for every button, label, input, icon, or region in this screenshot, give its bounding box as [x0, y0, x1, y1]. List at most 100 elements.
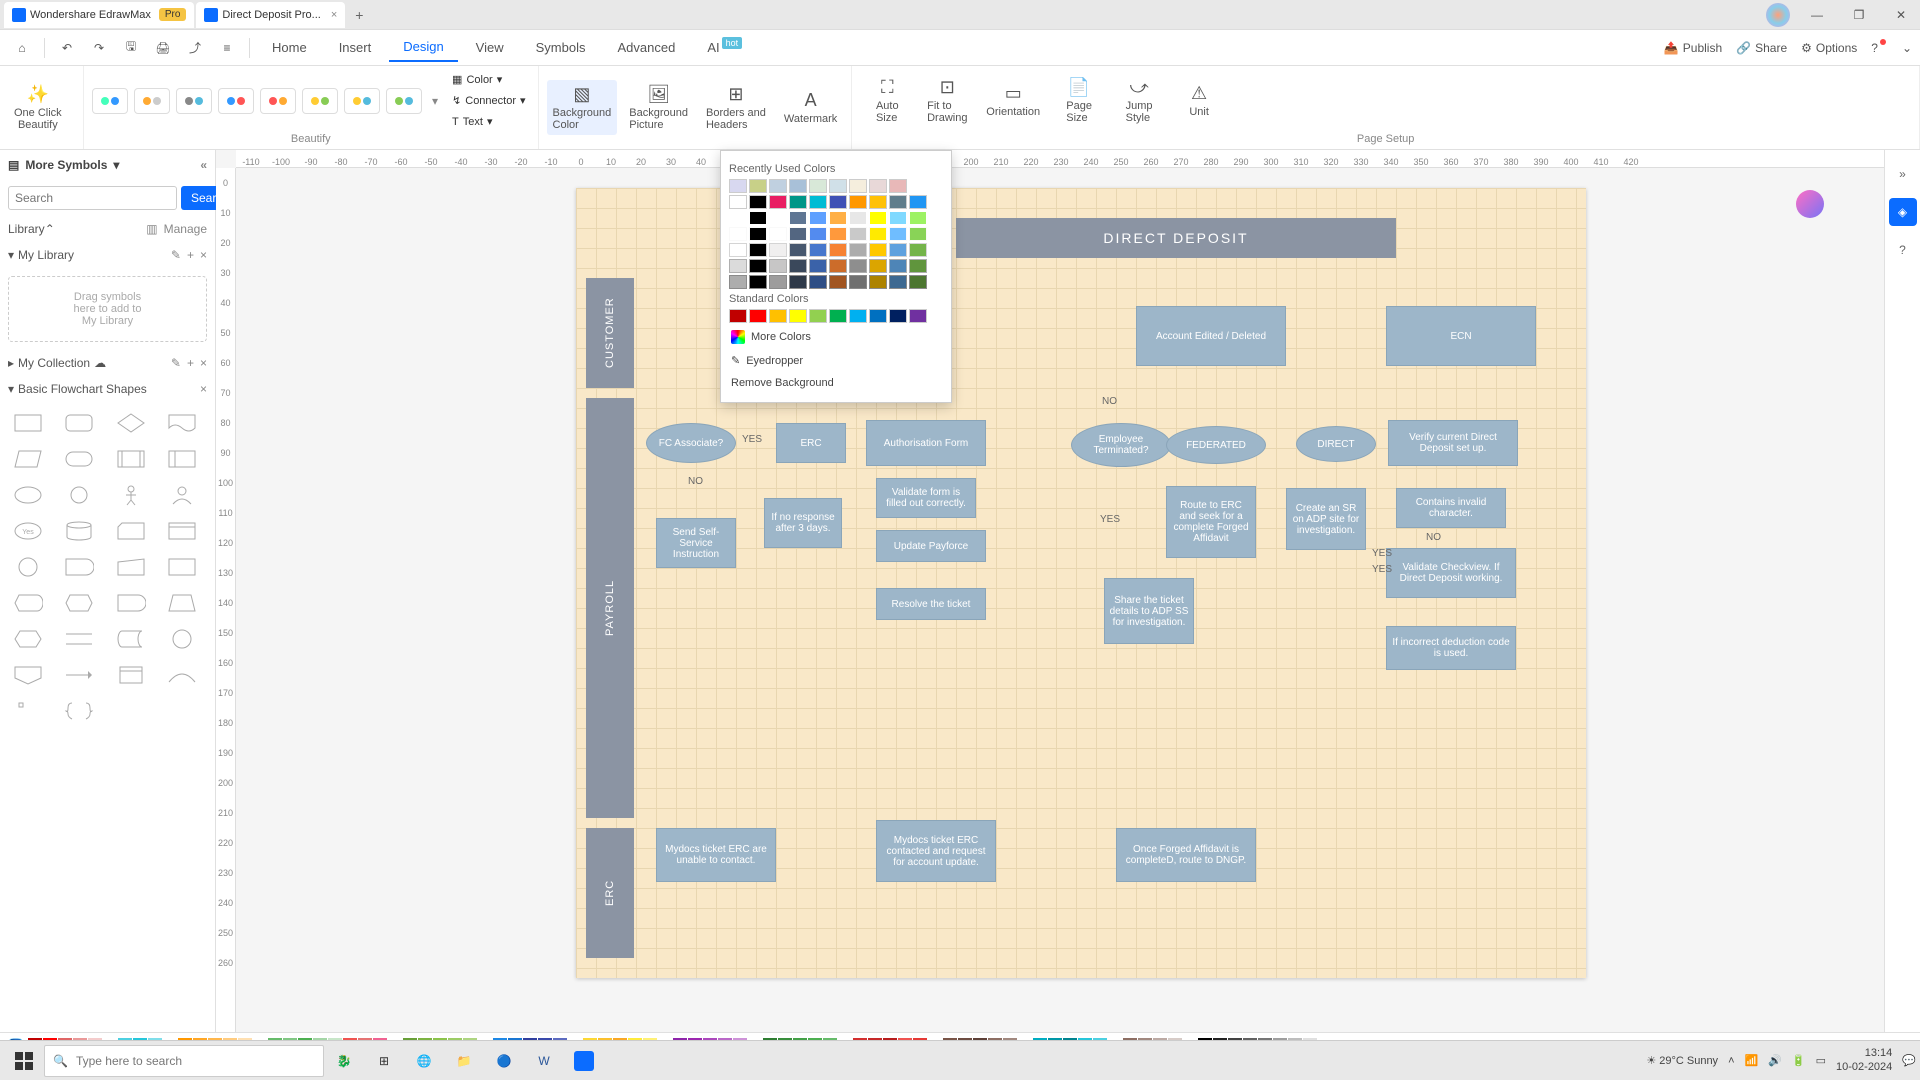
- shape-actor[interactable]: [111, 480, 151, 510]
- taskbar-clock[interactable]: 13:14 10-02-2024: [1836, 1047, 1892, 1073]
- my-library-section[interactable]: ▾ My Library ✎ + ×: [0, 242, 215, 268]
- swatch[interactable]: [869, 275, 887, 289]
- shape-halfround[interactable]: [59, 552, 99, 582]
- tray-chevron[interactable]: ˄: [1728, 1055, 1734, 1067]
- swatch[interactable]: [789, 195, 807, 209]
- swatch[interactable]: [729, 227, 747, 241]
- box-resolve[interactable]: Resolve the ticket: [876, 588, 986, 620]
- shape-doc[interactable]: [162, 408, 202, 438]
- swatch[interactable]: [749, 227, 767, 241]
- swatch[interactable]: [829, 243, 847, 257]
- swatch[interactable]: [909, 259, 927, 273]
- print-button[interactable]: 🖨: [149, 34, 177, 62]
- oval-emp-term[interactable]: Employee Terminated?: [1071, 423, 1171, 467]
- tray-battery-icon[interactable]: 🔋: [1792, 1054, 1806, 1067]
- maximize-button[interactable]: ❐: [1844, 0, 1874, 30]
- swatch[interactable]: [869, 243, 887, 257]
- shape-predef[interactable]: [111, 444, 151, 474]
- swatch[interactable]: [869, 259, 887, 273]
- swatch[interactable]: [889, 227, 907, 241]
- swatch[interactable]: [809, 211, 827, 225]
- box-validate-checkview[interactable]: Validate Checkview. If Direct Deposit wo…: [1386, 548, 1516, 598]
- swatch[interactable]: [849, 275, 867, 289]
- swatch[interactable]: [829, 259, 847, 273]
- swatch[interactable]: [829, 195, 847, 209]
- connector-dropdown[interactable]: ↯ Connector ▾: [448, 92, 530, 109]
- swatch[interactable]: [749, 179, 767, 193]
- swatch[interactable]: [869, 309, 887, 323]
- auto-size-button[interactable]: ⛶Auto Size: [860, 73, 914, 128]
- swatch[interactable]: [829, 227, 847, 241]
- shape-display[interactable]: [8, 588, 48, 618]
- swatch[interactable]: [889, 195, 907, 209]
- swatch[interactable]: [849, 227, 867, 241]
- rail-help-icon[interactable]: ?: [1889, 236, 1917, 264]
- swatch[interactable]: [769, 275, 787, 289]
- swatch[interactable]: [829, 179, 847, 193]
- swatch[interactable]: [909, 211, 927, 225]
- lib-close-icon[interactable]: ×: [200, 248, 207, 262]
- swatch[interactable]: [909, 243, 927, 257]
- shape-parallel[interactable]: [59, 624, 99, 654]
- shape-stored[interactable]: [111, 624, 151, 654]
- app-tab[interactable]: Wondershare EdrawMax Pro: [4, 2, 194, 28]
- new-tab-button[interactable]: +: [347, 3, 371, 27]
- theme-swatch-6[interactable]: [302, 88, 338, 114]
- undo-button[interactable]: ↶: [53, 34, 81, 62]
- lane-customer[interactable]: CUSTOMER: [586, 278, 634, 388]
- swatch[interactable]: [769, 309, 787, 323]
- box-route-erc[interactable]: Route to ERC and seek for a complete For…: [1166, 486, 1256, 558]
- theme-swatch-8[interactable]: [386, 88, 422, 114]
- options-button[interactable]: ⚙ Options: [1801, 41, 1857, 55]
- home-icon[interactable]: ⌂: [8, 34, 36, 62]
- background-color-button[interactable]: ▧Background Color: [547, 80, 618, 135]
- rail-expand-icon[interactable]: »: [1889, 160, 1917, 188]
- swatch[interactable]: [769, 179, 787, 193]
- swatch[interactable]: [789, 227, 807, 241]
- page-size-button[interactable]: 📄Page Size: [1052, 73, 1106, 128]
- shape-curve[interactable]: [162, 660, 202, 690]
- theme-swatch-5[interactable]: [260, 88, 296, 114]
- swatch[interactable]: [889, 275, 907, 289]
- swatch[interactable]: [889, 309, 907, 323]
- section-close-icon[interactable]: ×: [200, 382, 207, 396]
- more-symbols-header[interactable]: ▤ More Symbols▾ «: [0, 150, 215, 180]
- shape-rect[interactable]: [8, 408, 48, 438]
- swatch[interactable]: [889, 243, 907, 257]
- close-button[interactable]: ✕: [1886, 0, 1916, 30]
- theme-swatch-1[interactable]: [92, 88, 128, 114]
- swatch[interactable]: [749, 243, 767, 257]
- fit-drawing-button[interactable]: ⊡Fit to Drawing: [920, 73, 974, 128]
- borders-headers-button[interactable]: ⊞Borders and Headers: [700, 80, 772, 135]
- shape-brace[interactable]: [59, 696, 99, 726]
- taskbar-word[interactable]: W: [524, 1041, 564, 1080]
- swatch[interactable]: [849, 259, 867, 273]
- theme-swatch-7[interactable]: [344, 88, 380, 114]
- swatch[interactable]: [909, 309, 927, 323]
- library-row[interactable]: Library ⌃ ▥ Manage: [0, 216, 215, 242]
- swatch[interactable]: [789, 243, 807, 257]
- swatch[interactable]: [769, 243, 787, 257]
- my-collection-section[interactable]: ▸ My Collection ☁ ✎ + ×: [0, 350, 215, 376]
- menu-design[interactable]: Design: [389, 33, 457, 62]
- weather-widget[interactable]: ☀ 29°C Sunny: [1646, 1054, 1718, 1067]
- col-close-icon[interactable]: ×: [200, 356, 207, 370]
- theme-swatch-4[interactable]: [218, 88, 254, 114]
- taskbar-chrome[interactable]: 🔵: [484, 1041, 524, 1080]
- shape-card[interactable]: [111, 516, 151, 546]
- help-button[interactable]: ?: [1871, 41, 1888, 55]
- swatch[interactable]: [789, 275, 807, 289]
- library-dropzone[interactable]: Drag symbols here to add to My Library: [8, 276, 207, 342]
- swatch[interactable]: [749, 275, 767, 289]
- export-button[interactable]: ⤴: [181, 34, 209, 62]
- swatch[interactable]: [789, 309, 807, 323]
- swatch[interactable]: [869, 227, 887, 241]
- swatch[interactable]: [909, 195, 927, 209]
- diagram-title[interactable]: DIRECT DEPOSIT: [956, 218, 1396, 258]
- swatch[interactable]: [889, 259, 907, 273]
- swatch[interactable]: [809, 179, 827, 193]
- theme-swatch-2[interactable]: [134, 88, 170, 114]
- save-button[interactable]: 🖫: [117, 34, 145, 62]
- unit-button[interactable]: ⚠Unit: [1172, 79, 1226, 122]
- box-share-ticket[interactable]: Share the ticket details to ADP SS for i…: [1104, 578, 1194, 644]
